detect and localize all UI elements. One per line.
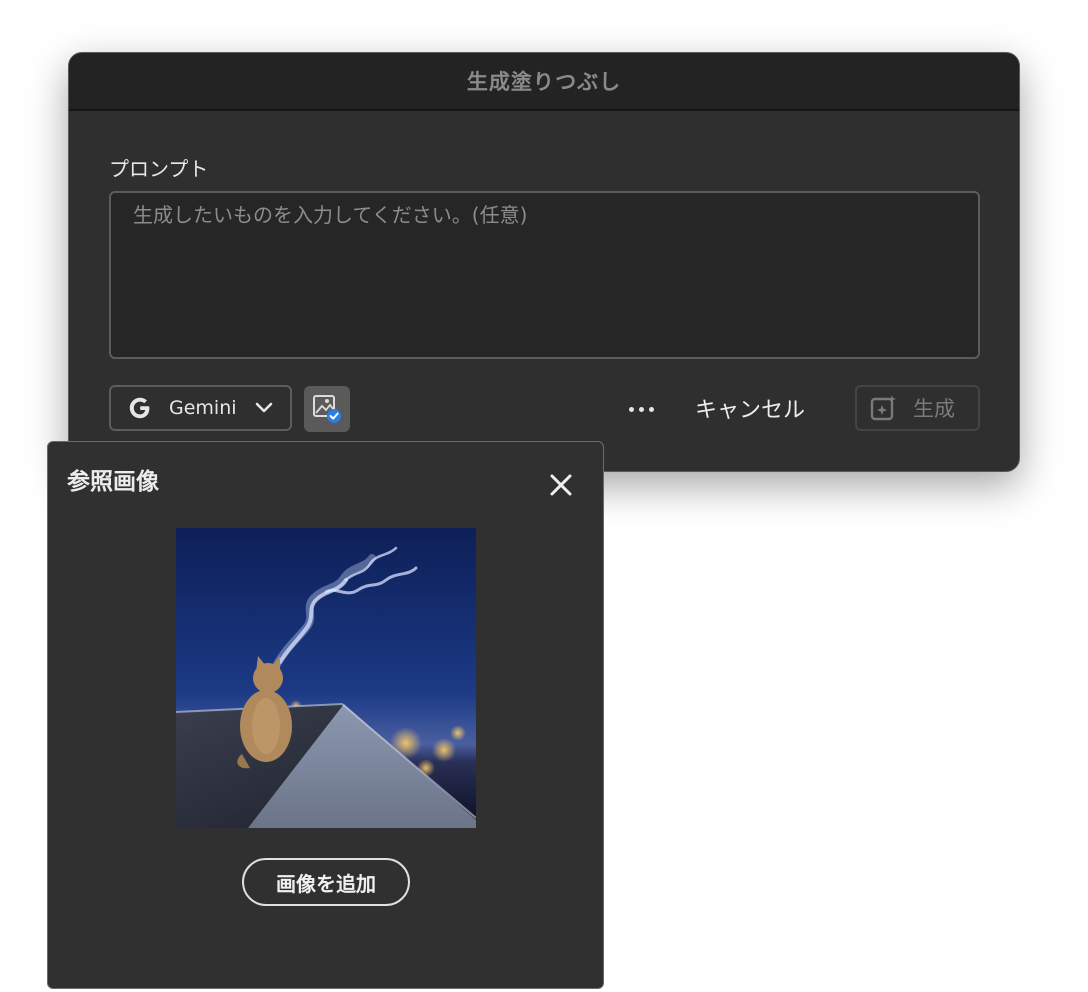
generate-label: 生成 <box>913 397 955 421</box>
reference-image-toggle[interactable] <box>304 386 350 432</box>
generate-button[interactable]: 生成 <box>855 385 980 431</box>
generative-fill-dialog: 生成塗りつぶし プロンプト 生成したいものを入力してください。(任意) Gemi… <box>68 52 1020 472</box>
reference-image-check-icon <box>313 395 341 423</box>
more-dots-icon <box>628 406 634 412</box>
close-button[interactable] <box>545 469 577 501</box>
more-options-button[interactable] <box>621 391 661 427</box>
prompt-input[interactable]: 生成したいものを入力してください。(任意) <box>109 191 980 359</box>
cancel-button[interactable]: キャンセル <box>695 389 805 427</box>
reference-image-thumbnail <box>176 528 476 828</box>
generate-sparkle-icon <box>870 395 896 421</box>
model-select[interactable]: Gemini <box>109 385 292 431</box>
model-label: Gemini <box>169 397 237 419</box>
dialog-title: 生成塗りつぶし <box>69 53 1019 111</box>
prompt-label: プロンプト <box>109 157 209 181</box>
chevron-down-icon <box>255 402 273 413</box>
reference-image-panel: 参照画像 画像を追加 <box>47 441 604 989</box>
close-icon <box>550 474 572 496</box>
panel-title: 参照画像 <box>67 469 159 495</box>
google-g-icon <box>129 397 150 419</box>
add-image-button[interactable]: 画像を追加 <box>242 858 410 906</box>
